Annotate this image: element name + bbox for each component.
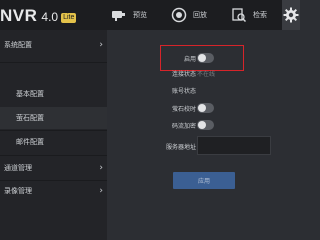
sidebar-item-label: 通道管理 — [4, 164, 32, 172]
chevron-right-icon: › — [99, 186, 103, 196]
time-sync-row: 萤石校时 — [107, 101, 300, 115]
sidebar-item-ezviz-config[interactable]: 萤石配置 — [0, 107, 107, 129]
sidebar-item-label: 基本配置 — [16, 90, 44, 98]
sidebar-item-email-config[interactable]: 邮件配置 — [0, 131, 107, 153]
search-icon — [230, 6, 248, 24]
server-address-label: 服务器地址 — [165, 144, 196, 151]
sidebar-item-label: 录像管理 — [4, 187, 32, 195]
nav-settings[interactable] — [282, 0, 300, 30]
divider — [0, 62, 107, 63]
playback-icon — [170, 6, 188, 24]
server-address-row: 服务器地址 — [107, 136, 300, 155]
gear-icon — [282, 6, 300, 24]
stream-encryption-toggle[interactable] — [197, 120, 214, 130]
brand-logo: NVR 4.0 Lite — [0, 5, 77, 25]
toggle-knob — [198, 104, 206, 112]
nav-playback[interactable]: 回放 — [170, 0, 207, 30]
chevron-right-icon: › — [99, 163, 103, 173]
connection-status-label: 连接状态 — [171, 71, 196, 78]
nav-search-label: 检索 — [253, 11, 267, 19]
toggle-knob — [198, 121, 206, 129]
toggle-knob — [198, 54, 206, 62]
stream-encryption-row: 码流加密 — [107, 118, 300, 132]
nav-preview-label: 预览 — [133, 11, 147, 19]
sidebar: 系统配置 › 基本配置 萤石配置 邮件配置 通道管理 › 录像管理 › — [0, 30, 107, 240]
time-sync-toggle[interactable] — [197, 103, 214, 113]
ezviz-config-panel: 启用 连接状态 不在线 账号状态 萤石校时 码流加密 服务器地址 应用 — [107, 30, 300, 240]
nav-search[interactable]: 检索 — [230, 0, 267, 30]
connection-status-row: 连接状态 不在线 — [107, 66, 300, 80]
nav-preview[interactable]: 预览 — [110, 0, 147, 30]
sidebar-item-basic-config[interactable]: 基本配置 — [0, 83, 107, 105]
sidebar-item-label: 系统配置 — [4, 41, 32, 49]
camera-icon — [110, 6, 128, 24]
connection-status-value: 不在线 — [197, 71, 216, 78]
brand-badge: Lite — [61, 13, 77, 23]
brand-version: 4.0 — [41, 10, 59, 24]
brand-name: NVR — [0, 6, 38, 25]
nav-playback-label: 回放 — [193, 11, 207, 19]
account-status-label: 账号状态 — [171, 88, 196, 95]
sidebar-item-system-config[interactable]: 系统配置 › — [0, 34, 107, 56]
enable-row: 启用 — [107, 51, 300, 65]
sidebar-item-label: 萤石配置 — [16, 114, 44, 122]
time-sync-label: 萤石校时 — [171, 106, 196, 113]
server-address-input[interactable] — [197, 136, 271, 155]
sidebar-item-recording-management[interactable]: 录像管理 › — [0, 180, 107, 202]
chevron-right-icon: › — [99, 40, 103, 50]
enable-label: 启用 — [183, 56, 196, 63]
divider — [0, 155, 107, 156]
account-status-row: 账号状态 — [107, 83, 300, 97]
sidebar-item-label: 邮件配置 — [16, 138, 44, 146]
stream-encryption-label: 码流加密 — [171, 123, 196, 130]
enable-toggle[interactable] — [197, 53, 214, 63]
top-bar: NVR 4.0 Lite 预览 回放 检索 — [0, 0, 300, 30]
apply-button[interactable]: 应用 — [173, 172, 235, 189]
sidebar-item-channel-management[interactable]: 通道管理 › — [0, 157, 107, 179]
